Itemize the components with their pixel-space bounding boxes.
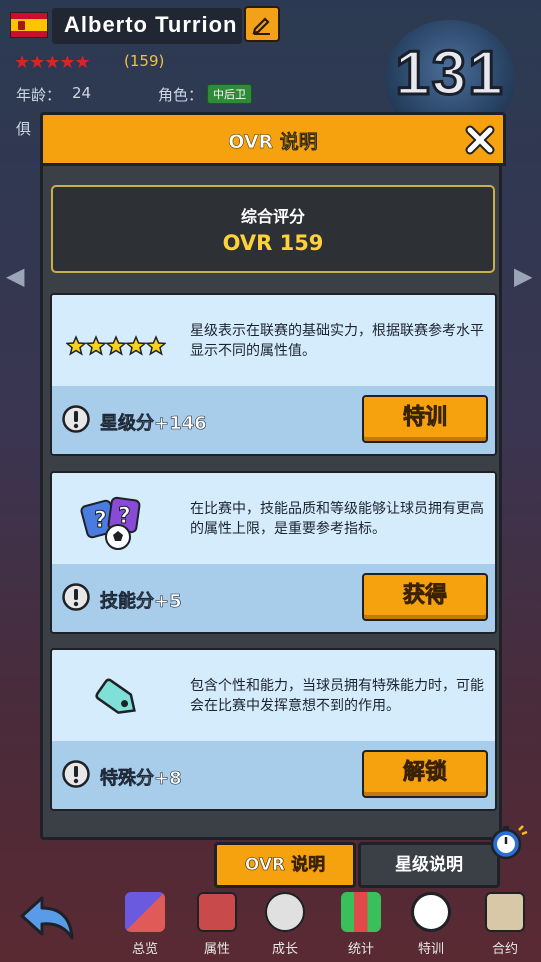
modal-header: OVR 说明	[40, 112, 506, 166]
info-icon[interactable]	[62, 760, 90, 788]
bottom-nav: 总览 属性 成长 统计 特训 合约	[0, 888, 541, 962]
button-label: 特训	[402, 405, 448, 431]
info-icon[interactable]	[62, 583, 90, 611]
age-label: 年龄：	[16, 86, 62, 104]
contract-icon	[485, 892, 525, 932]
tag-icon	[66, 670, 166, 728]
nav-item-overview[interactable]: 总览	[118, 892, 172, 962]
score-label: 星级分+146	[100, 413, 207, 435]
card-description: 星级表示在联赛的基础实力，根据联赛参考水平显示不同的属性值。	[190, 323, 484, 359]
five-stars-icon	[65, 315, 167, 373]
back-arrow-icon	[20, 896, 74, 940]
stopwatch-icon[interactable]	[488, 822, 528, 862]
player-star-count: (159)	[124, 52, 165, 70]
button-label: 获得	[402, 583, 448, 609]
star-score-card: 星级表示在联赛的基础实力，根据联赛参考水平显示不同的属性值。 星级分+146 特…	[50, 293, 497, 456]
overview-icon	[125, 892, 165, 932]
tab-label: OVR 说明	[244, 855, 326, 876]
obtain-button[interactable]: 获得	[362, 573, 488, 621]
soccer-ball-icon	[411, 892, 451, 932]
card-description: 包含个性和能力，当球员拥有特殊能力时，可能会在比赛中发挥意想不到的作用。	[190, 678, 484, 714]
nav-label: 成长	[271, 942, 298, 957]
card-description: 在比赛中，技能品质和等级能够让球员拥有更高的属性上限，是重要参考指标。	[190, 501, 484, 537]
club-label: 俱	[16, 120, 32, 138]
tab-ovr-info[interactable]: OVR 说明	[214, 842, 356, 888]
tab-label: 星级说明	[395, 855, 463, 875]
growth-icon	[265, 892, 305, 932]
score-label: 技能分+5	[100, 591, 182, 613]
special-score-card: 包含个性和能力，当球员拥有特殊能力时，可能会在比赛中发挥意想不到的作用。 特殊分…	[50, 648, 497, 811]
nav-label: 合约	[491, 942, 518, 957]
skill-score-card: ? ? 在比赛中，技能品质和等级能够让球员拥有更高的属性上限，是重要参考指标。 …	[50, 471, 497, 634]
ovr-summary: 综合评分 OVR 159	[51, 185, 495, 273]
prev-player-arrow-icon[interactable]: ◀	[6, 262, 24, 290]
svg-text:?: ?	[94, 508, 107, 533]
close-icon	[465, 125, 495, 155]
button-label: 解锁	[402, 760, 448, 786]
summary-label: 综合评分	[240, 207, 305, 226]
tab-star-info[interactable]: 星级说明	[358, 842, 500, 888]
player-stars: ★★★★★	[14, 52, 91, 73]
summary-value: OVR 159	[222, 231, 324, 255]
nav-item-stats[interactable]: 统计	[334, 892, 388, 962]
info-icon[interactable]	[62, 405, 90, 433]
train-button[interactable]: 特训	[362, 395, 488, 443]
nav-label: 统计	[347, 942, 374, 957]
modal-title: OVR 说明	[228, 131, 318, 154]
nav-item-contract[interactable]: 合约	[478, 892, 532, 962]
next-player-arrow-icon[interactable]: ▶	[514, 262, 532, 290]
ovr-info-modal: OVR 说明 综合评分 OVR 159 星级表示在联赛的基础实力，根据联赛参考水…	[40, 112, 506, 840]
nav-item-training[interactable]: 特训	[404, 892, 458, 962]
nav-label: 属性	[203, 942, 230, 957]
pencil-icon	[252, 17, 270, 35]
attributes-icon	[197, 892, 237, 932]
spain-flag-icon	[10, 12, 48, 38]
age-value: 24	[72, 84, 92, 102]
back-button[interactable]	[18, 894, 78, 948]
nav-item-attributes[interactable]: 属性	[190, 892, 244, 962]
skill-ball-icon: ? ?	[66, 493, 166, 551]
player-ovr: 131	[394, 38, 505, 110]
role-badge: 中后卫	[207, 84, 252, 104]
unlock-button[interactable]: 解锁	[362, 750, 488, 798]
edit-name-button[interactable]	[244, 6, 280, 42]
nav-label: 特训	[417, 942, 444, 957]
nav-item-growth[interactable]: 成长	[258, 892, 312, 962]
score-label: 特殊分+8	[100, 768, 182, 790]
role-label: 角色：	[158, 86, 204, 104]
nav-label: 总览	[131, 942, 158, 957]
close-button[interactable]	[464, 124, 496, 156]
player-name: Alberto Turrion	[64, 12, 238, 37]
stats-icon	[341, 892, 381, 932]
